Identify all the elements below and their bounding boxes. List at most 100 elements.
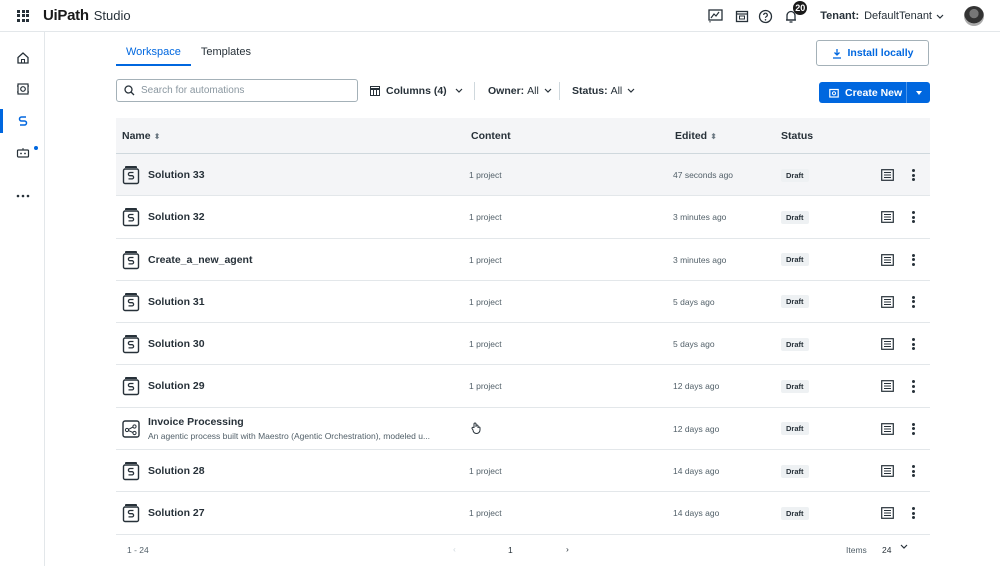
row-edited: 5 days ago bbox=[673, 296, 715, 307]
items-per-page-select[interactable]: 24 bbox=[882, 545, 891, 555]
table-row[interactable]: Create_a_new_agent 1 project 3 minutes ago… bbox=[116, 238, 930, 281]
details-icon[interactable] bbox=[880, 450, 894, 492]
row-name[interactable]: Solution 28 bbox=[148, 465, 205, 477]
row-name[interactable]: Solution 27 bbox=[148, 507, 205, 519]
columns-filter[interactable]: Columns (4) bbox=[370, 79, 463, 102]
search-input[interactable] bbox=[141, 85, 341, 96]
table-row[interactable]: Solution 29 1 project 12 days ago Draft bbox=[116, 365, 930, 408]
more-vertical-icon[interactable] bbox=[907, 196, 919, 238]
row-edited: 12 days ago bbox=[673, 423, 720, 434]
row-name[interactable]: Create_a_new_agent bbox=[148, 254, 252, 266]
new-indicator-dot bbox=[34, 146, 38, 150]
details-icon[interactable] bbox=[880, 365, 894, 407]
next-page-icon[interactable]: › bbox=[566, 544, 569, 554]
row-content-text: 1 project bbox=[469, 254, 502, 265]
status-filter[interactable]: Status: All bbox=[572, 79, 635, 102]
table-row[interactable]: Solution 32 1 project 3 minutes ago Draft bbox=[116, 196, 930, 239]
status-badge: Draft bbox=[781, 253, 809, 267]
table-row[interactable]: Solution 31 1 project 5 days ago Draft bbox=[116, 280, 930, 324]
row-name-cell: Create_a_new_agent bbox=[148, 239, 252, 281]
row-status: Draft bbox=[781, 323, 809, 365]
more-vertical-icon[interactable] bbox=[907, 281, 919, 323]
table-row[interactable]: Solution 27 1 project 14 days ago Draft bbox=[116, 492, 930, 535]
owner-filter-value: All bbox=[527, 84, 539, 97]
row-edited: 47 seconds ago bbox=[673, 170, 734, 180]
create-new-dropdown[interactable] bbox=[907, 82, 930, 103]
details-icon[interactable] bbox=[880, 239, 894, 281]
column-header-edited[interactable]: Edited ⬍ bbox=[675, 118, 717, 154]
feedback-icon[interactable] bbox=[706, 7, 724, 25]
column-header-status: Status bbox=[781, 130, 814, 142]
row-status: Draft bbox=[781, 154, 809, 196]
table-body: Solution 33 1 project 47 seconds ago Draft S… bbox=[116, 154, 930, 535]
academy-icon[interactable] bbox=[733, 7, 751, 25]
install-locally-button[interactable]: Install locally bbox=[816, 40, 929, 66]
current-page[interactable]: 1 bbox=[508, 545, 513, 555]
row-name[interactable]: Solution 30 bbox=[148, 338, 205, 350]
row-content: 1 project bbox=[469, 492, 502, 534]
chevron-down-icon[interactable] bbox=[936, 14, 944, 19]
details-icon[interactable] bbox=[880, 196, 894, 238]
table-row[interactable]: Solution 30 1 project 5 days ago Draft bbox=[116, 323, 930, 366]
owner-filter[interactable]: Owner: All bbox=[488, 79, 552, 102]
more-vertical-icon[interactable] bbox=[907, 492, 919, 534]
details-icon[interactable] bbox=[880, 323, 894, 365]
home-nav-button[interactable] bbox=[0, 43, 45, 73]
row-content: 1 project bbox=[469, 239, 502, 281]
row-name[interactable]: Solution 31 bbox=[148, 296, 205, 308]
table-row[interactable]: Invoice Processing An agentic process bui… bbox=[116, 407, 930, 451]
more-nav-button[interactable] bbox=[0, 181, 45, 211]
toolbar-divider bbox=[559, 82, 560, 100]
row-name-cell: Invoice Processing An agentic process bui… bbox=[148, 408, 430, 450]
solution-icon bbox=[122, 365, 140, 407]
row-edited: 5 days ago bbox=[673, 339, 715, 350]
row-name[interactable]: Solution 32 bbox=[148, 211, 205, 223]
search-icon bbox=[124, 85, 135, 96]
tab-workspace[interactable]: Workspace bbox=[116, 40, 191, 66]
download-icon bbox=[832, 48, 841, 59]
row-name[interactable]: Solution 33 bbox=[148, 169, 205, 181]
tab-templates[interactable]: Templates bbox=[191, 40, 261, 66]
details-icon[interactable] bbox=[880, 408, 894, 450]
row-name[interactable]: Invoice Processing bbox=[148, 416, 244, 428]
row-content-text: 1 project bbox=[469, 296, 502, 307]
table-row[interactable]: Solution 33 1 project 47 seconds ago Draft bbox=[116, 154, 930, 197]
status-badge: Draft bbox=[781, 506, 809, 520]
solution-icon bbox=[122, 239, 140, 281]
help-icon[interactable] bbox=[756, 7, 774, 25]
details-icon[interactable] bbox=[880, 281, 894, 323]
solutions-nav-button[interactable] bbox=[0, 106, 45, 136]
more-vertical-icon[interactable] bbox=[907, 323, 919, 365]
column-header-content: Content bbox=[471, 130, 511, 142]
chevron-down-icon[interactable] bbox=[900, 544, 908, 549]
avatar[interactable] bbox=[964, 6, 984, 26]
table-header: Name ⬍ Content Edited ⬍ Status bbox=[116, 118, 930, 154]
columns-icon bbox=[370, 85, 380, 96]
row-name-cell: Solution 27 bbox=[148, 492, 205, 534]
table-row[interactable]: Solution 28 1 project 14 days ago Draft bbox=[116, 450, 930, 493]
details-icon[interactable] bbox=[880, 492, 894, 534]
more-vertical-icon[interactable] bbox=[907, 154, 919, 196]
details-icon[interactable] bbox=[880, 154, 894, 196]
notifications-icon[interactable]: 20 bbox=[782, 1, 808, 25]
previous-page-icon[interactable]: ‹ bbox=[453, 544, 456, 554]
more-vertical-icon[interactable] bbox=[907, 450, 919, 492]
row-description: An agentic process built with Maestro (A… bbox=[148, 431, 431, 442]
row-content: 1 project bbox=[469, 450, 502, 492]
status-badge: Draft bbox=[781, 422, 809, 436]
create-new-button[interactable]: Create New bbox=[819, 82, 907, 103]
home-icon bbox=[16, 52, 29, 64]
more-vertical-icon[interactable] bbox=[907, 408, 919, 450]
brand[interactable]: UiPath Studio bbox=[43, 7, 131, 24]
robot-nav-button[interactable] bbox=[0, 74, 45, 104]
toolbar-divider bbox=[474, 82, 475, 100]
apps-grid-icon[interactable] bbox=[17, 9, 29, 22]
more-vertical-icon[interactable] bbox=[907, 365, 919, 407]
more-vertical-icon[interactable] bbox=[907, 239, 919, 281]
row-content: 1 project bbox=[469, 281, 502, 323]
column-header-name[interactable]: Name ⬍ bbox=[122, 118, 160, 154]
create-new-button-group: Create New bbox=[819, 82, 930, 103]
tenant-selector[interactable]: DefaultTenant bbox=[864, 10, 932, 22]
agents-nav-button[interactable] bbox=[0, 138, 45, 168]
row-name[interactable]: Solution 29 bbox=[148, 380, 205, 392]
